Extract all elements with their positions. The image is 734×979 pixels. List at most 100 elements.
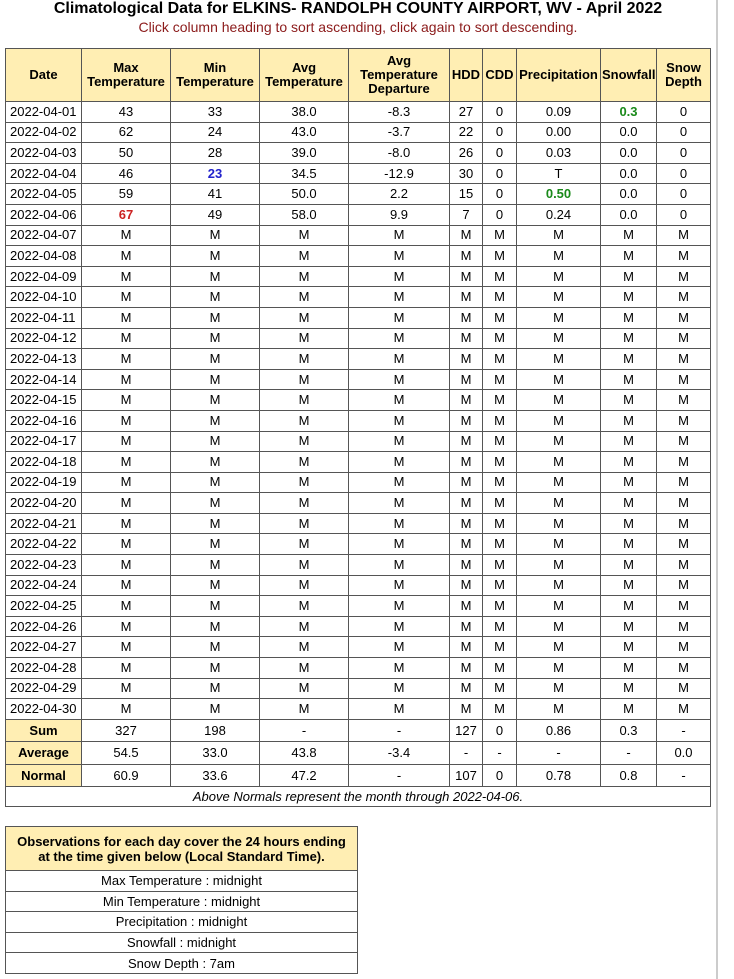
cell-max-temperature: M [81,348,171,370]
cell-avg-temperature-departure: M [348,451,450,473]
cell-avg-temperature: M [259,265,349,288]
cell-cdd: M [482,368,517,391]
cell-cdd: 0 [482,142,517,164]
cell-avg-temperature-departure: M [348,286,450,308]
cell-date: 2022-04-10 [5,286,82,308]
cell-date: 2022-04-13 [5,348,82,370]
cell-min-temperature: 28 [170,142,260,164]
cell-date: 2022-04-12 [5,327,82,350]
cell-hdd: M [449,348,483,370]
cell-avg-temperature-departure: M [348,636,450,659]
cell-max-temperature: M [81,265,171,288]
cell-cdd: M [482,409,517,432]
cell-precipitation: M [516,348,601,370]
cell-snow-depth: M [656,286,711,308]
column-header-line: Temperature [176,74,254,89]
observation-item: Precipitation : midnight [5,911,358,933]
cell-snow-depth: M [656,615,711,638]
cell-precipitation: M [516,451,601,473]
table-row: 2022-04-03 50 28 39.0 -8.0 26 0 0.03 0.0 0 [5,142,711,164]
cell-min-temperature: M [170,471,260,494]
cell-max-temperature: M [81,657,171,679]
column-header-max-temperature[interactable]: Max Temperature [81,48,171,102]
table-row: 2022-04-16 M M M M M M M M M [5,409,711,432]
column-header-snowfall[interactable]: Snowfall [600,48,657,102]
cell-avg-temperature: M [259,368,349,391]
cell-avg-temperature: M [259,286,349,308]
cell-min-temperature: M [170,492,260,514]
cell-snowfall: M [600,471,657,494]
climate-data-table: Date Max Temperature Min Temperature Avg Tempe… [5,48,711,808]
cell-avg-temperature: M [259,512,349,535]
cell-avg-temperature-departure: M [348,698,450,720]
column-header-line: HDD [451,67,481,82]
cell-date: 2022-04-27 [5,636,82,659]
cell-min-temperature: M [170,306,260,329]
summary-cdd: - [482,741,517,765]
cell-cdd: M [482,677,517,700]
cell-hdd: M [449,306,483,329]
summary-max-temperature: 327 [81,718,171,743]
column-header-line: Precipitation [519,67,598,82]
cell-snow-depth: M [656,677,711,700]
cell-avg-temperature: M [259,657,349,679]
cell-max-temperature: M [81,698,171,720]
column-header-min-temperature[interactable]: Min Temperature [170,48,260,102]
column-header-cdd[interactable]: CDD [482,48,517,102]
cell-precipitation: T [516,162,601,185]
cell-snow-depth: M [656,348,711,370]
cell-date: 2022-04-08 [5,245,82,267]
table-row: 2022-04-06 67 49 58.0 9.9 7 0 0.24 0.0 0 [5,203,711,226]
observation-times-header: Observations for each day cover the 24 h… [5,826,358,871]
cell-snowfall: M [600,698,657,720]
cell-snowfall: M [600,595,657,617]
cell-snowfall: 0.0 [600,203,657,226]
cell-date: 2022-04-30 [5,698,82,720]
cell-max-temperature: 43 [81,101,171,123]
cell-snowfall: 0.0 [600,142,657,164]
cell-date: 2022-04-19 [5,471,82,494]
summary-row: Average 54.5 33.0 43.8 -3.4- - - -0.0 [5,741,711,765]
cell-precipitation: M [516,224,601,247]
summary-avg-temperature-departure: - [348,763,450,788]
cell-date: 2022-04-03 [5,142,82,164]
table-row: 2022-04-11 M M M M M M M M M [5,306,711,329]
cell-snow-depth: M [656,595,711,617]
cell-avg-temperature-departure: M [348,306,450,329]
cell-avg-temperature-departure: M [348,224,450,247]
cell-cdd: 0 [482,162,517,185]
cell-precipitation: M [516,574,601,597]
cell-min-temperature: M [170,677,260,700]
column-header-snow-depth[interactable]: Snow Depth [656,48,711,102]
summary-snowfall: - [600,741,657,765]
cell-cdd: M [482,430,517,453]
cell-hdd: M [449,327,483,350]
cell-precipitation: M [516,327,601,350]
cell-avg-temperature-departure: M [348,677,450,700]
cell-min-temperature: M [170,265,260,288]
cell-snowfall: 0.0 [600,162,657,185]
column-header-avg-temperature[interactable]: Avg Temperature [259,48,349,102]
summary-snow-depth: 0.0 [656,741,711,765]
cell-precipitation: M [516,409,601,432]
cell-avg-temperature-departure: M [348,615,450,638]
table-row: 2022-04-04 46 23 34.5 -12.9 30 0 T 0.0 0 [5,162,711,185]
cell-max-temperature: M [81,327,171,350]
summary-avg-temperature: 47.2 [259,763,349,788]
observation-item: Min Temperature : midnight [5,890,358,913]
cell-date: 2022-04-18 [5,451,82,473]
cell-cdd: M [482,286,517,308]
summary-precipitation: 0.78 [516,763,601,788]
summary-min-temperature: 198 [170,718,260,743]
cell-hdd: M [449,615,483,638]
cell-avg-temperature-departure: -3.7 [348,121,450,144]
cell-max-temperature: M [81,533,171,556]
cell-snow-depth: M [656,512,711,535]
column-header-precipitation[interactable]: Precipitation [516,48,601,102]
cell-hdd: M [449,245,483,267]
note-row: Above Normals represent the month throug… [5,786,711,808]
column-header-hdd[interactable]: HDD [449,48,483,102]
cell-cdd: M [482,451,517,473]
column-header-avg-temperature-departure[interactable]: Avg Temperature Departure [348,48,450,102]
column-header-date[interactable]: Date [5,48,82,102]
